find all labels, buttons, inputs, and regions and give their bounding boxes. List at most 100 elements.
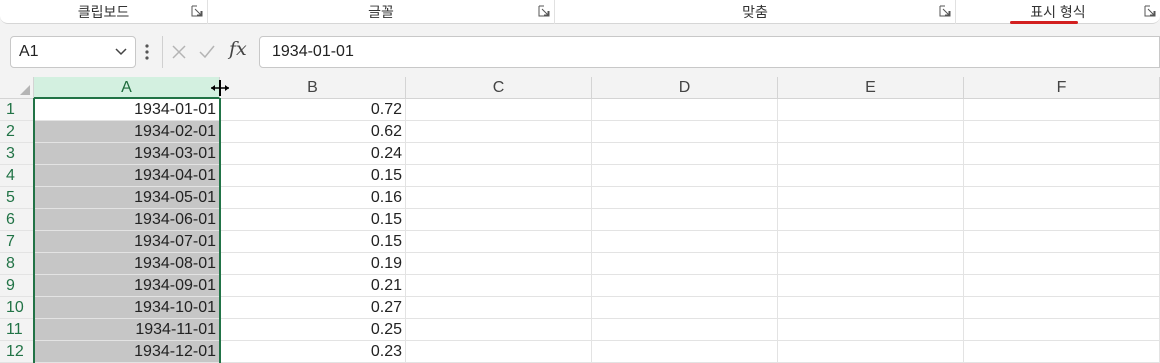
cell-e4[interactable] — [778, 165, 964, 187]
cell-f8[interactable] — [964, 253, 1160, 275]
cell-d11[interactable] — [592, 319, 778, 341]
row-header[interactable]: 3 — [0, 143, 34, 165]
cell-d4[interactable] — [592, 165, 778, 187]
cell-c5[interactable] — [406, 187, 592, 209]
cell-b8[interactable]: 0.19 — [220, 253, 406, 275]
cell-a3[interactable]: 1934-03-01 — [34, 143, 220, 165]
cell-a11[interactable]: 1934-11-01 — [34, 319, 220, 341]
insert-function-icon[interactable]: fx — [229, 38, 253, 60]
cell-d7[interactable] — [592, 231, 778, 253]
cell-d8[interactable] — [592, 253, 778, 275]
cell-b5[interactable]: 0.16 — [220, 187, 406, 209]
cell-b4[interactable]: 0.15 — [220, 165, 406, 187]
enter-check-icon[interactable] — [197, 42, 217, 62]
cell-e2[interactable] — [778, 121, 964, 143]
cell-a9[interactable]: 1934-09-01 — [34, 275, 220, 297]
cell-d2[interactable] — [592, 121, 778, 143]
column-header-f[interactable]: F — [964, 77, 1160, 99]
cell-c8[interactable] — [406, 253, 592, 275]
cell-c12[interactable] — [406, 341, 592, 363]
select-all-button[interactable] — [0, 77, 34, 99]
cell-b12[interactable]: 0.23 — [220, 341, 406, 363]
cell-a4[interactable]: 1934-04-01 — [34, 165, 220, 187]
cell-c4[interactable] — [406, 165, 592, 187]
cell-d12[interactable] — [592, 341, 778, 363]
row-header[interactable]: 5 — [0, 187, 34, 209]
cell-d9[interactable] — [592, 275, 778, 297]
column-header-a[interactable]: A — [34, 77, 220, 99]
cell-d10[interactable] — [592, 297, 778, 319]
cell-e10[interactable] — [778, 297, 964, 319]
cell-f6[interactable] — [964, 209, 1160, 231]
cell-b9[interactable]: 0.21 — [220, 275, 406, 297]
cell-f5[interactable] — [964, 187, 1160, 209]
row-header[interactable]: 12 — [0, 341, 34, 363]
row-header[interactable]: 7 — [0, 231, 34, 253]
cell-e11[interactable] — [778, 319, 964, 341]
cell-a6[interactable]: 1934-06-01 — [34, 209, 220, 231]
row-header[interactable]: 4 — [0, 165, 34, 187]
cell-c1[interactable] — [406, 99, 592, 121]
cell-e3[interactable] — [778, 143, 964, 165]
dialog-launcher-icon[interactable] — [1144, 5, 1156, 17]
cell-f2[interactable] — [964, 121, 1160, 143]
cell-c11[interactable] — [406, 319, 592, 341]
cell-f1[interactable] — [964, 99, 1160, 121]
cell-f9[interactable] — [964, 275, 1160, 297]
row-header[interactable]: 10 — [0, 297, 34, 319]
cell-a1[interactable]: 1934-01-01 — [34, 99, 220, 121]
dialog-launcher-icon[interactable] — [538, 5, 550, 17]
cell-a2[interactable]: 1934-02-01 — [34, 121, 220, 143]
row-header[interactable]: 1 — [0, 99, 34, 121]
row-header[interactable]: 8 — [0, 253, 34, 275]
cell-e7[interactable] — [778, 231, 964, 253]
cell-f4[interactable] — [964, 165, 1160, 187]
cell-e12[interactable] — [778, 341, 964, 363]
cell-d3[interactable] — [592, 143, 778, 165]
column-header-c[interactable]: C — [406, 77, 592, 99]
column-header-e[interactable]: E — [778, 77, 964, 99]
cell-e1[interactable] — [778, 99, 964, 121]
row-header[interactable]: 2 — [0, 121, 34, 143]
cell-a8[interactable]: 1934-08-01 — [34, 253, 220, 275]
dialog-launcher-icon[interactable] — [191, 5, 203, 17]
cell-b2[interactable]: 0.62 — [220, 121, 406, 143]
chevron-down-icon[interactable] — [113, 43, 129, 59]
cell-b7[interactable]: 0.15 — [220, 231, 406, 253]
cell-e9[interactable] — [778, 275, 964, 297]
cell-c9[interactable] — [406, 275, 592, 297]
cell-d5[interactable] — [592, 187, 778, 209]
cell-f7[interactable] — [964, 231, 1160, 253]
cell-c10[interactable] — [406, 297, 592, 319]
column-header-d[interactable]: D — [592, 77, 778, 99]
more-options-icon[interactable] — [145, 44, 149, 60]
cell-c3[interactable] — [406, 143, 592, 165]
cell-d6[interactable] — [592, 209, 778, 231]
cell-c7[interactable] — [406, 231, 592, 253]
cell-a7[interactable]: 1934-07-01 — [34, 231, 220, 253]
cell-c2[interactable] — [406, 121, 592, 143]
cell-b6[interactable]: 0.15 — [220, 209, 406, 231]
cell-b11[interactable]: 0.25 — [220, 319, 406, 341]
row-header[interactable]: 6 — [0, 209, 34, 231]
formula-input[interactable]: 1934-01-01 — [259, 36, 1160, 68]
cell-a10[interactable]: 1934-10-01 — [34, 297, 220, 319]
cell-f3[interactable] — [964, 143, 1160, 165]
cell-f10[interactable] — [964, 297, 1160, 319]
column-header-b[interactable]: B — [220, 77, 406, 99]
row-header[interactable]: 9 — [0, 275, 34, 297]
cell-e5[interactable] — [778, 187, 964, 209]
cell-b10[interactable]: 0.27 — [220, 297, 406, 319]
cell-e6[interactable] — [778, 209, 964, 231]
cell-e8[interactable] — [778, 253, 964, 275]
cell-a12[interactable]: 1934-12-01 — [34, 341, 220, 363]
cell-a5[interactable]: 1934-05-01 — [34, 187, 220, 209]
dialog-launcher-icon[interactable] — [939, 5, 951, 17]
cell-c6[interactable] — [406, 209, 592, 231]
cell-f11[interactable] — [964, 319, 1160, 341]
row-header[interactable]: 11 — [0, 319, 34, 341]
cell-d1[interactable] — [592, 99, 778, 121]
cancel-icon[interactable] — [169, 42, 189, 62]
cell-b3[interactable]: 0.24 — [220, 143, 406, 165]
name-box[interactable]: A1 — [10, 36, 136, 68]
